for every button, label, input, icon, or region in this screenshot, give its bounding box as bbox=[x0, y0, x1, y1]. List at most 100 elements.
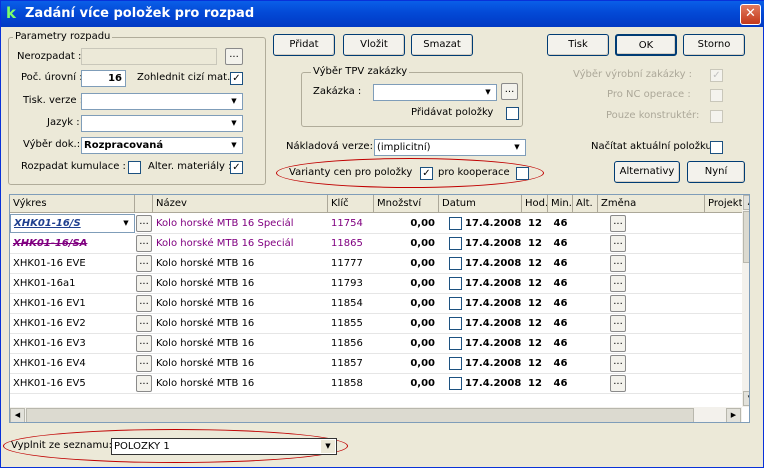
scroll-thumb[interactable] bbox=[743, 211, 749, 263]
col-klic-header[interactable]: Klíč bbox=[328, 195, 374, 213]
row-browse-button[interactable]: ... bbox=[136, 355, 152, 372]
zakazka-select[interactable]: ▼ bbox=[373, 84, 497, 101]
col-hod-header[interactable]: Hod. bbox=[522, 195, 548, 213]
col-datum-header[interactable]: Datum bbox=[439, 195, 522, 213]
nyni-button[interactable]: Nyní bbox=[687, 161, 745, 183]
row-datum-checkbox[interactable] bbox=[449, 276, 462, 290]
zakazka-browse-button[interactable]: ... bbox=[501, 83, 518, 100]
col-mnozstvi-header[interactable]: Množství bbox=[374, 195, 439, 213]
row-browse-button[interactable]: ... bbox=[136, 375, 152, 392]
nerozpadat-input[interactable] bbox=[81, 48, 217, 65]
row-vykres[interactable]: XHK01-16 EV1 bbox=[10, 294, 135, 314]
row-nazev: Kolo horské MTB 16 bbox=[153, 274, 328, 294]
row-datum-checkbox[interactable] bbox=[449, 356, 462, 370]
row-datum-checkbox[interactable] bbox=[449, 256, 462, 270]
row-vykres[interactable]: XHK01-16 EV3 bbox=[10, 334, 135, 354]
alter-checkbox[interactable]: ✓ bbox=[230, 161, 243, 174]
row-datum-checkbox[interactable] bbox=[449, 296, 462, 310]
scroll-up-icon[interactable]: ▲ bbox=[743, 195, 749, 210]
ellipsis-icon: ... bbox=[613, 356, 623, 367]
row-min: 46 bbox=[548, 294, 573, 314]
row-klic: 11854 bbox=[328, 294, 374, 314]
row-zmena-button[interactable]: ... bbox=[610, 315, 626, 332]
hscroll-thumb[interactable] bbox=[26, 408, 694, 422]
row-browse-button[interactable]: ... bbox=[136, 315, 152, 332]
row-browse-button[interactable]: ... bbox=[136, 215, 152, 232]
smazat-button[interactable]: Smazat bbox=[411, 34, 473, 56]
tisk-button[interactable]: Tisk bbox=[547, 34, 609, 56]
row-projekt bbox=[705, 354, 745, 374]
pridavat-checkbox[interactable] bbox=[506, 107, 519, 120]
pouze-konstrukter-checkbox[interactable] bbox=[710, 110, 723, 123]
col-projekt-header[interactable]: Projekt bbox=[705, 195, 745, 213]
storno-button[interactable]: Storno bbox=[683, 34, 745, 56]
scroll-right-icon[interactable]: ▶ bbox=[726, 408, 741, 422]
vyber-vyrobni-checkbox[interactable]: ✓ bbox=[710, 69, 723, 82]
row-vykres[interactable]: XHK01-16 EVE bbox=[10, 254, 135, 274]
ellipsis-icon: ... bbox=[613, 376, 623, 387]
row-browse-button[interactable]: ... bbox=[136, 295, 152, 312]
zohlednit-checkbox[interactable]: ✓ bbox=[230, 72, 243, 85]
row-vykres[interactable]: XHK01-16/S ▼ bbox=[10, 214, 135, 233]
close-button[interactable]: ✕ bbox=[740, 4, 761, 25]
row-datum-checkbox[interactable] bbox=[449, 216, 462, 230]
row-browse-button[interactable]: ... bbox=[136, 255, 152, 272]
vertical-scrollbar[interactable]: ▲ ▼ bbox=[742, 195, 749, 407]
row-vykres[interactable]: XHK01-16 EV4 bbox=[10, 354, 135, 374]
row-zmena-button[interactable]: ... bbox=[610, 235, 626, 252]
row-zmena-button[interactable]: ... bbox=[610, 215, 626, 232]
row-hod-text: 12 bbox=[528, 318, 542, 329]
col-min-header[interactable]: Min. bbox=[548, 195, 573, 213]
vlozit-button[interactable]: Vložit bbox=[343, 34, 405, 56]
row-datum-checkbox[interactable] bbox=[449, 336, 462, 350]
scroll-left-icon[interactable]: ◀ bbox=[10, 408, 25, 422]
nerozpadat-browse-button[interactable]: ... bbox=[225, 48, 243, 65]
row-zmena-button[interactable]: ... bbox=[610, 335, 626, 352]
scroll-down-icon[interactable]: ▼ bbox=[743, 391, 749, 406]
vyber-dok-select[interactable]: Rozpracovaná ▼ bbox=[81, 137, 243, 154]
ok-button[interactable]: OK bbox=[615, 34, 677, 56]
row-alt bbox=[573, 354, 598, 374]
horizontal-scrollbar[interactable]: ◀ ▶ bbox=[10, 407, 742, 422]
row-zmena-button[interactable]: ... bbox=[610, 275, 626, 292]
row-browse-button[interactable]: ... bbox=[136, 335, 152, 352]
alternativy-button[interactable]: Alternativy bbox=[614, 161, 680, 183]
row-projekt bbox=[705, 294, 745, 314]
row-vykres[interactable]: XHK01-16/SA bbox=[10, 234, 135, 254]
row-vykres[interactable]: XHK01-16 EV5 bbox=[10, 374, 135, 394]
row-vykres[interactable]: XHK01-16 EV2 bbox=[10, 314, 135, 334]
row-browse-button[interactable]: ... bbox=[136, 235, 152, 252]
nakladova-select[interactable]: (implicitní) ▼ bbox=[374, 139, 526, 156]
tisk-verze-select[interactable]: ▼ bbox=[81, 93, 243, 110]
row-mnozstvi: 0,00 bbox=[374, 234, 439, 254]
rozpadat-checkbox[interactable] bbox=[128, 161, 141, 174]
nacitat-checkbox[interactable] bbox=[710, 141, 723, 154]
row-datum: 17.4.2008 bbox=[439, 354, 522, 374]
row-datum-checkbox[interactable] bbox=[449, 376, 462, 390]
poc-urovni-input[interactable]: 16 bbox=[81, 70, 126, 87]
varianty-checkbox[interactable]: ✓ bbox=[420, 167, 433, 180]
col-alt-header[interactable]: Alt. bbox=[573, 195, 598, 213]
pridat-button[interactable]: Přidat bbox=[273, 34, 335, 56]
row-klic-text: 11793 bbox=[331, 278, 363, 289]
jazyk-select[interactable]: ▼ bbox=[81, 115, 243, 132]
row-datum-checkbox[interactable] bbox=[449, 236, 462, 250]
vyplnit-select[interactable]: POLOZKY 1 ▼ bbox=[111, 438, 337, 455]
col-nazev-header[interactable]: Název bbox=[153, 195, 328, 213]
row-zmena-button[interactable]: ... bbox=[610, 295, 626, 312]
col-vykres-header[interactable]: Výkres bbox=[10, 195, 135, 213]
row-alt bbox=[573, 274, 598, 294]
row-zmena-button[interactable]: ... bbox=[610, 355, 626, 372]
row-browse-button[interactable]: ... bbox=[136, 275, 152, 292]
row-zmena-button[interactable]: ... bbox=[610, 375, 626, 392]
pro-nc-checkbox[interactable] bbox=[710, 89, 723, 102]
title-bar[interactable]: k Zadání více položek pro rozpad ✕ bbox=[1, 1, 764, 27]
row-zmena-button[interactable]: ... bbox=[610, 255, 626, 272]
chevron-down-icon: ▼ bbox=[481, 86, 495, 99]
col-zmena-header[interactable]: Změna bbox=[598, 195, 705, 213]
row-vykres[interactable]: XHK01-16a1 bbox=[10, 274, 135, 294]
row-nazev: Kolo horské MTB 16 bbox=[153, 334, 328, 354]
vyplnit-value: POLOZKY 1 bbox=[114, 441, 170, 452]
row-datum-checkbox[interactable] bbox=[449, 316, 462, 330]
kooperace-checkbox[interactable] bbox=[516, 167, 529, 180]
